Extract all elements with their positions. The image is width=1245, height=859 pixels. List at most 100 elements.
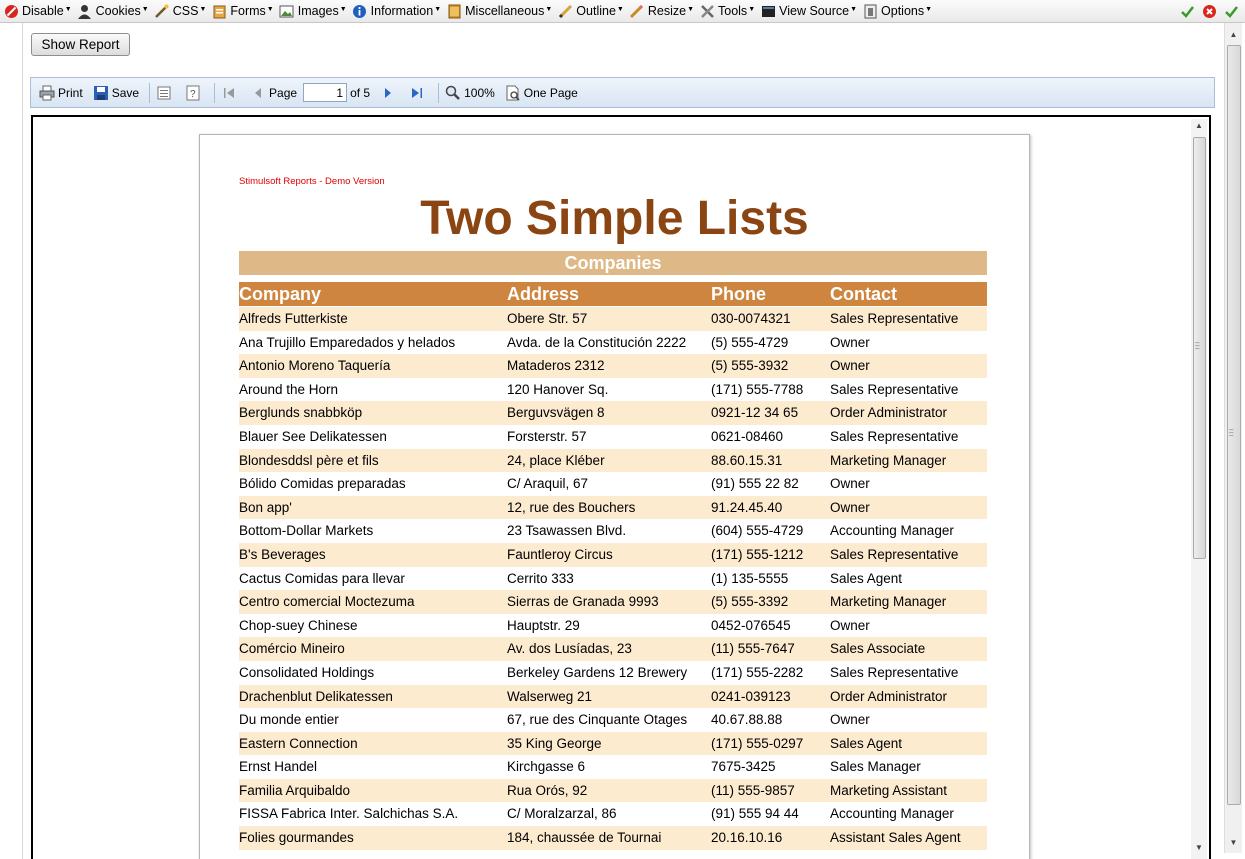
cell-contact: Owner: [830, 499, 870, 515]
parameters-button[interactable]: ?: [185, 85, 204, 101]
devbar-tools[interactable]: Tools ▼: [699, 0, 755, 22]
table-row: Antonio Moreno Taquería Mataderos 2312 (5)…: [239, 354, 987, 378]
cell-contact: Assistant Sales Agent: [830, 830, 961, 846]
options-icon: [862, 3, 878, 19]
scroll-grip-icon: ‒ ‒ ‒: [1229, 425, 1234, 440]
cell-company: Drachenblut Delikatessen: [239, 688, 393, 704]
scroll-down-arrow-icon[interactable]: ▼: [1225, 835, 1242, 851]
one-page-button[interactable]: One Page: [505, 85, 578, 101]
cell-address: C/ Araquil, 67: [507, 476, 589, 492]
table-row: B's Beverages Fauntleroy Circus (171) 555-…: [239, 542, 987, 567]
devbar-css[interactable]: CSS ▼: [154, 0, 206, 22]
next-page-button[interactable]: [380, 85, 399, 101]
first-page-button[interactable]: [221, 85, 240, 101]
printer-icon: [39, 85, 55, 101]
cell-company: Ernst Handel: [239, 759, 318, 775]
cell-contact: Marketing Assistant: [830, 782, 948, 798]
demo-version-note: Stimulsoft Reports - Demo Version: [239, 176, 385, 187]
miscellaneous-icon: [446, 3, 462, 19]
last-page-button[interactable]: [409, 85, 428, 101]
page-number-input[interactable]: [303, 83, 348, 102]
scroll-up-arrow-icon[interactable]: ▲: [1191, 119, 1207, 133]
cell-company: Consolidated Holdings: [239, 664, 375, 680]
bookmarks-button[interactable]: [156, 85, 175, 101]
devbar-view-source-label: View Source: [779, 4, 850, 18]
table-row: Ana Trujillo Emparedados y helados Avda. …: [239, 331, 987, 355]
cell-phone: (11) 555-7647: [711, 641, 795, 657]
devbar-outline[interactable]: Outline ▼: [557, 0, 624, 22]
devbar-tools-label: Tools: [718, 4, 748, 18]
devbar-forms[interactable]: Forms ▼: [211, 0, 274, 22]
table-row: Bólido Comidas preparadas C/ Araquil, 67 (…: [239, 472, 987, 496]
cell-phone: (5) 555-4729: [711, 334, 789, 350]
cell-address: Berkeley Gardens 12 Brewery: [507, 664, 688, 680]
cell-company: Comércio Mineiro: [239, 641, 345, 657]
print-button[interactable]: Print: [39, 85, 83, 101]
svg-text:?: ?: [190, 89, 196, 100]
devbar-forms-label: Forms: [230, 4, 266, 18]
table-row: Blauer See Delikatessen Forsterstr. 57 062…: [239, 425, 987, 449]
table-row: Familia Arquibaldo Rua Orós, 92 (11) 555-9…: [239, 778, 987, 803]
bookmarks-icon: [156, 85, 172, 101]
cell-phone: (5) 555-3932: [711, 358, 789, 374]
cell-address: Rua Orós, 92: [507, 782, 588, 798]
cell-contact: Owner: [830, 334, 870, 350]
cell-phone: 0452-076545: [711, 617, 791, 633]
zoom-label: 100%: [464, 85, 495, 100]
error-icon[interactable]: [1201, 3, 1217, 19]
table-row: Chop-suey Chinese Hauptstr. 29 0452-076545…: [239, 614, 987, 638]
scroll-down-arrow-icon[interactable]: ▼: [1191, 841, 1207, 855]
cell-company: Folies gourmandes: [239, 830, 354, 846]
cell-phone: 0921-12 34 65: [711, 405, 799, 421]
magnifier-icon: [445, 85, 461, 101]
devbar-disable[interactable]: Disable ▼: [3, 0, 72, 22]
cell-contact: Sales Representative: [830, 428, 959, 444]
table-row: FISSA Fabrica Inter. Salchichas S.A. C/ M…: [239, 802, 987, 826]
cell-company: Antonio Moreno Taquería: [239, 358, 391, 374]
cell-company: Eastern Connection: [239, 735, 358, 751]
report-scrollbar[interactable]: ▲ ‒ ‒ ‒ ▼: [1191, 119, 1207, 859]
cell-company: Du monde entier: [239, 712, 339, 728]
table-row: Ernst Handel Kirchgasse 6 7675-3425 Sales M…: [239, 755, 987, 779]
check-valid-icon[interactable]: [1179, 3, 1195, 19]
cell-phone: 0241-039123: [711, 688, 791, 704]
devbar-cookies-label: Cookies: [95, 4, 141, 18]
cell-address: Av. dos Lusíadas, 23: [507, 641, 632, 657]
disable-icon: [3, 3, 19, 19]
table-row: Berglunds snabbköp Berguvsvägen 8 0921-12 …: [239, 401, 987, 425]
cell-phone: 0621-08460: [711, 428, 784, 444]
save-button[interactable]: Save: [93, 85, 139, 101]
devbar-options[interactable]: Options ▼: [862, 0, 932, 22]
check-valid-icon[interactable]: [1223, 3, 1239, 19]
report-viewport[interactable]: Stimulsoft Reports - Demo Version Two Si…: [31, 115, 1211, 859]
cell-company: Ana Trujillo Emparedados y helados: [239, 334, 456, 350]
companies-band-title: Companies: [239, 251, 987, 275]
cell-contact: Accounting Manager: [830, 806, 954, 822]
devbar-outline-label: Outline: [576, 4, 616, 18]
cell-phone: (171) 555-0297: [711, 735, 804, 751]
help-page-icon: ?: [185, 85, 201, 101]
cell-contact: Sales Representative: [830, 311, 959, 326]
cell-company: Around the Horn: [239, 381, 339, 397]
scroll-up-arrow-icon[interactable]: ▲: [1225, 27, 1242, 43]
toolbar-separator: [438, 82, 440, 103]
devbar-miscellaneous-label: Miscellaneous: [465, 4, 545, 18]
devbar-cookies[interactable]: Cookies ▼: [77, 0, 149, 22]
cell-contact: Sales Agent: [830, 570, 903, 586]
cell-company: Bottom-Dollar Markets: [239, 523, 374, 539]
devbar-images[interactable]: Images ▼: [279, 0, 347, 22]
page-scrollbar[interactable]: ▲ ‒ ‒ ‒ ▼: [1224, 23, 1242, 853]
devbar-resize[interactable]: Resize ▼: [629, 0, 694, 22]
devbar-view-source[interactable]: View Source ▼: [760, 0, 857, 22]
devbar-miscellaneous[interactable]: Miscellaneous ▼: [446, 0, 552, 22]
show-report-button[interactable]: Show Report: [31, 33, 130, 56]
devbar-information[interactable]: Information ▼: [352, 0, 441, 22]
information-icon: [352, 3, 368, 19]
cell-address: C/ Moralzarzal, 86: [507, 806, 617, 822]
cell-address: Sierras de Granada 9993: [507, 594, 659, 610]
cell-address: Kirchgasse 6: [507, 759, 586, 775]
previous-page-button[interactable]: Page: [250, 85, 297, 101]
zoom-button[interactable]: 100%: [445, 85, 495, 101]
table-row: Blondesddsl père et fils 24, place Kléber…: [239, 448, 987, 473]
view-source-icon: [760, 3, 776, 19]
